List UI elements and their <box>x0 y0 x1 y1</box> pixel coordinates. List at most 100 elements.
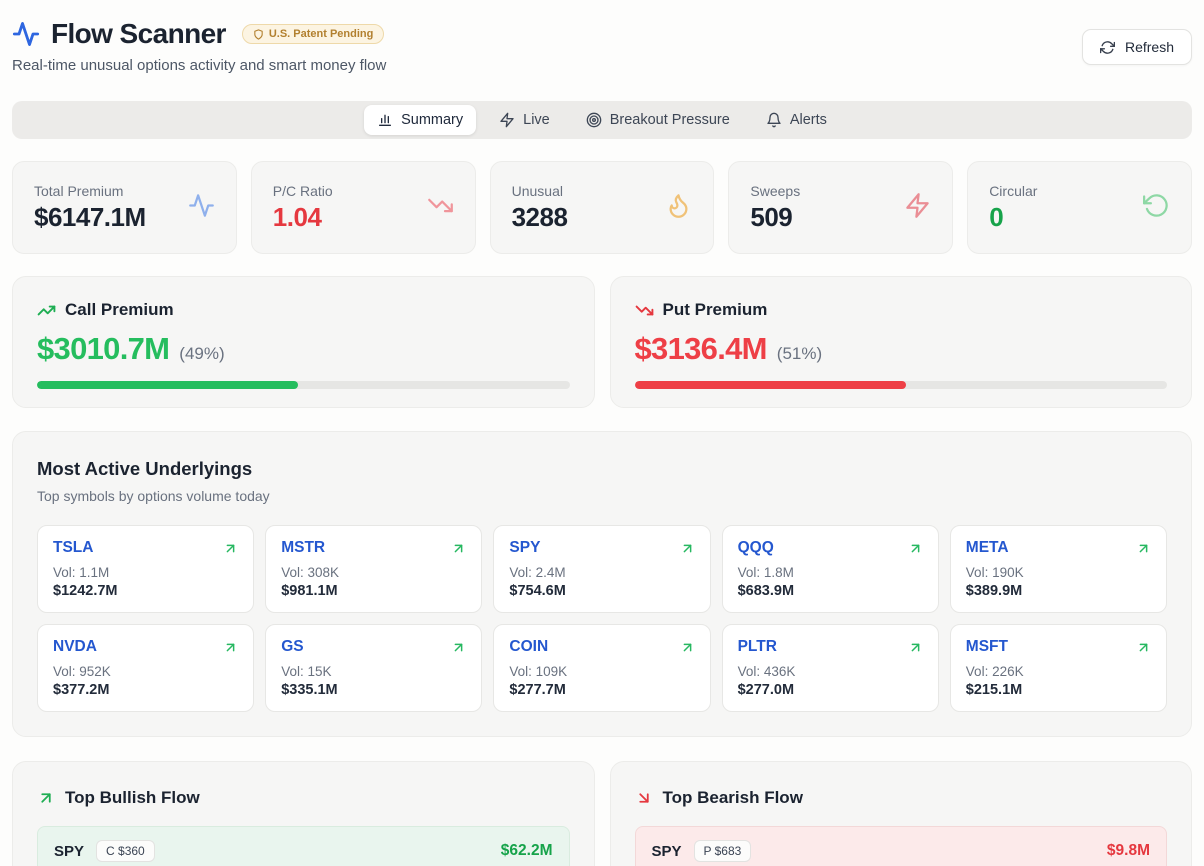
symbol-label: GS <box>281 638 303 656</box>
stat-card-circular: Circular 0 <box>967 161 1192 254</box>
symbol-premium: $277.7M <box>509 682 694 698</box>
symbol-volume: Vol: 436K <box>738 664 923 679</box>
call-premium-progress-track <box>37 381 570 389</box>
stat-value: 3288 <box>512 202 568 233</box>
bell-icon <box>766 112 782 128</box>
header: Flow Scanner U.S. Patent Pending Real-ti… <box>12 0 1192 74</box>
symbol-tile-mstr[interactable]: MSTR Vol: 308K $981.1M <box>265 525 482 613</box>
refresh-icon <box>1100 40 1115 55</box>
page-subtitle: Real-time unusual options activity and s… <box>12 57 386 74</box>
symbol-volume: Vol: 226K <box>966 664 1151 679</box>
rotate-ccw-icon <box>1143 192 1170 224</box>
tab-summary[interactable]: Summary <box>364 105 476 135</box>
stat-label: Unusual <box>512 183 568 199</box>
bearish-flow-title: Top Bearish Flow <box>663 788 803 808</box>
symbol-tile-nvda[interactable]: NVDA Vol: 952K $377.2M <box>37 624 254 712</box>
refresh-button-label: Refresh <box>1125 39 1174 55</box>
symbol-premium: $335.1M <box>281 682 466 698</box>
flow-symbol: SPY <box>54 843 84 860</box>
tab-bar: Summary Live Breakout Pressure Alerts <box>12 101 1192 139</box>
brand-line: Flow Scanner U.S. Patent Pending <box>12 18 386 50</box>
symbol-tile-qqq[interactable]: QQQ Vol: 1.8M $683.9M <box>722 525 939 613</box>
tab-breakout-pressure-label: Breakout Pressure <box>610 112 730 128</box>
arrow-up-right-icon <box>223 640 238 655</box>
tab-live[interactable]: Live <box>486 105 563 135</box>
symbol-label: PLTR <box>738 638 777 656</box>
stat-label: Sweeps <box>750 183 800 199</box>
symbol-premium: $754.6M <box>509 583 694 599</box>
symbol-tile-tsla[interactable]: TSLA Vol: 1.1M $1242.7M <box>37 525 254 613</box>
symbol-volume: Vol: 308K <box>281 565 466 580</box>
call-premium-percent: (49%) <box>179 344 224 364</box>
contract-badge: P $683 <box>694 840 752 862</box>
most-active-subtitle: Top symbols by options volume today <box>37 488 1167 504</box>
put-premium-value: $3136.4M <box>635 331 767 367</box>
symbol-volume: Vol: 1.8M <box>738 565 923 580</box>
symbol-volume: Vol: 15K <box>281 664 466 679</box>
symbol-tile-meta[interactable]: META Vol: 190K $389.9M <box>950 525 1167 613</box>
symbol-premium: $981.1M <box>281 583 466 599</box>
symbol-tile-pltr[interactable]: PLTR Vol: 436K $277.0M <box>722 624 939 712</box>
symbol-label: MSFT <box>966 638 1008 656</box>
symbol-label: SPY <box>509 539 540 557</box>
symbol-label: COIN <box>509 638 548 656</box>
bearish-flow-row[interactable]: SPY P $683 $9.8M <box>635 826 1168 866</box>
stat-value: 509 <box>750 202 800 233</box>
tab-live-label: Live <box>523 112 550 128</box>
bar-chart-icon <box>377 112 393 128</box>
arrow-up-right-icon <box>680 541 695 556</box>
zap-icon <box>904 192 931 224</box>
stat-value: 0 <box>989 202 1037 233</box>
arrow-up-right-icon <box>680 640 695 655</box>
stat-label: P/C Ratio <box>273 183 333 199</box>
flame-icon <box>665 192 692 224</box>
trending-up-icon <box>37 301 56 320</box>
stat-card-sweeps: Sweeps 509 <box>728 161 953 254</box>
symbol-volume: Vol: 2.4M <box>509 565 694 580</box>
stat-label: Total Premium <box>34 183 146 199</box>
put-premium-card: Put Premium $3136.4M (51%) <box>610 276 1193 408</box>
symbol-tile-coin[interactable]: COIN Vol: 109K $277.7M <box>493 624 710 712</box>
symbol-tile-msft[interactable]: MSFT Vol: 226K $215.1M <box>950 624 1167 712</box>
symbol-premium: $377.2M <box>53 682 238 698</box>
symbol-volume: Vol: 109K <box>509 664 694 679</box>
flow-symbol: SPY <box>652 843 682 860</box>
arrow-up-right-icon <box>223 541 238 556</box>
top-bearish-flow-card: Top Bearish Flow SPY P $683 $9.8M <box>610 761 1193 866</box>
stat-value: 1.04 <box>273 202 333 233</box>
symbol-tile-gs[interactable]: GS Vol: 15K $335.1M <box>265 624 482 712</box>
tab-summary-label: Summary <box>401 112 463 128</box>
arrow-up-right-icon <box>908 640 923 655</box>
arrow-down-right-icon <box>635 789 653 807</box>
target-icon <box>586 112 602 128</box>
stat-card-unusual: Unusual 3288 <box>490 161 715 254</box>
premium-row: Call Premium $3010.7M (49%) Put Premium … <box>12 276 1192 408</box>
header-left: Flow Scanner U.S. Patent Pending Real-ti… <box>12 18 386 74</box>
refresh-button[interactable]: Refresh <box>1082 29 1192 65</box>
symbol-tile-spy[interactable]: SPY Vol: 2.4M $754.6M <box>493 525 710 613</box>
tab-breakout-pressure[interactable]: Breakout Pressure <box>573 105 743 135</box>
stat-card-pc-ratio: P/C Ratio 1.04 <box>251 161 476 254</box>
symbol-premium: $683.9M <box>738 583 923 599</box>
patent-pending-badge: U.S. Patent Pending <box>242 24 385 44</box>
symbol-label: QQQ <box>738 539 774 557</box>
arrow-up-right-icon <box>908 541 923 556</box>
top-bullish-flow-card: Top Bullish Flow SPY C $360 $62.2M <box>12 761 595 866</box>
arrow-up-right-icon <box>451 640 466 655</box>
symbol-premium: $389.9M <box>966 583 1151 599</box>
bullish-flow-row[interactable]: SPY C $360 $62.2M <box>37 826 570 866</box>
trending-down-icon <box>635 301 654 320</box>
shield-icon <box>253 29 264 40</box>
symbol-tiles-grid: TSLA Vol: 1.1M $1242.7M MSTR Vol: 308K $… <box>37 525 1167 712</box>
call-premium-title: Call Premium <box>65 300 174 320</box>
symbol-premium: $277.0M <box>738 682 923 698</box>
put-premium-progress-track <box>635 381 1168 389</box>
activity-icon <box>188 192 215 224</box>
tab-alerts[interactable]: Alerts <box>753 105 840 135</box>
arrow-up-right-icon <box>1136 541 1151 556</box>
symbol-premium: $1242.7M <box>53 583 238 599</box>
bullish-flow-title: Top Bullish Flow <box>65 788 200 808</box>
most-active-section: Most Active Underlyings Top symbols by o… <box>12 431 1192 737</box>
call-premium-value: $3010.7M <box>37 331 169 367</box>
call-premium-card: Call Premium $3010.7M (49%) <box>12 276 595 408</box>
